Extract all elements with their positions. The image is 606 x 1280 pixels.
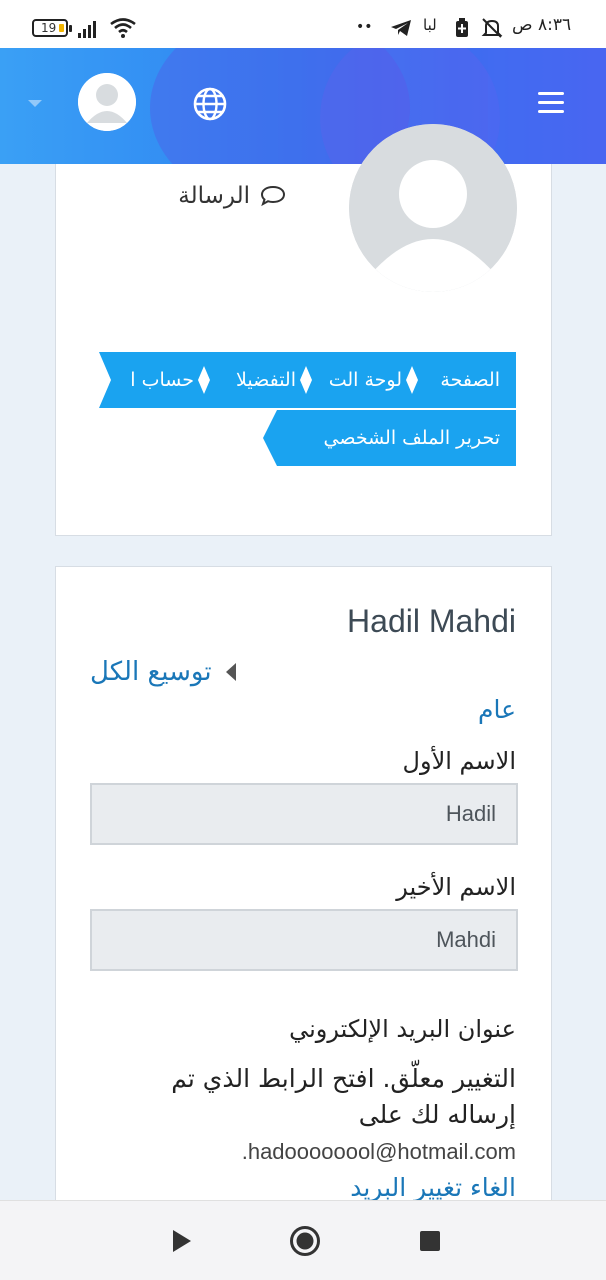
- carrier-label: لبا: [423, 16, 437, 34]
- profile-avatar: [349, 124, 517, 292]
- caret-left-icon: [225, 663, 236, 681]
- edit-profile-card: Hadil Mahdi توسيع الكل عام الاسم الأول H…: [55, 566, 552, 1216]
- wifi-icon: [110, 18, 136, 38]
- last-name-field[interactable]: Mahdi: [90, 909, 518, 971]
- home-circle-icon[interactable]: [289, 1225, 321, 1257]
- caret-down-icon[interactable]: [28, 100, 42, 107]
- battery-icon: 19: [32, 19, 72, 37]
- battery-level: 19: [41, 21, 57, 35]
- breadcrumb-account[interactable]: حساب ا: [99, 352, 210, 408]
- message-label: الرسالة: [178, 183, 250, 209]
- square-icon[interactable]: [418, 1229, 442, 1253]
- profile-name-heading: Hadil Mahdi: [347, 603, 516, 639]
- notification-dots: ••: [356, 19, 373, 35]
- signal-icon: [78, 20, 102, 38]
- message-button[interactable]: الرسالة: [178, 183, 286, 209]
- breadcrumb-page[interactable]: الصفحة: [406, 352, 516, 408]
- play-icon[interactable]: [168, 1227, 196, 1255]
- speech-bubble-icon: [260, 185, 286, 207]
- telegram-icon: [391, 20, 411, 36]
- mute-icon: [481, 18, 503, 38]
- pending-email-value: .hadoooooool@hotmail.com: [241, 1139, 516, 1164]
- profile-header-card: الرسالة الصفحة لوحة الت التفضيلا حساب ا …: [55, 124, 552, 536]
- status-bar: 19 •• لبا ٨:٣٦ ص: [0, 0, 606, 48]
- email-label: عنوان البريد الإلكتروني: [289, 1015, 516, 1043]
- top-navbar: [0, 48, 606, 164]
- breadcrumb-edit-profile[interactable]: تحرير الملف الشخصي: [263, 410, 516, 466]
- user-silhouette-icon: [78, 73, 136, 131]
- breadcrumb-preferences[interactable]: التفضيلا: [198, 352, 312, 408]
- cancel-email-change-link[interactable]: الغاء تغيير البريد: [350, 1173, 516, 1202]
- globe-icon[interactable]: [193, 87, 227, 121]
- expand-all-link[interactable]: توسيع الكل: [90, 657, 236, 687]
- email-pending-message: التغيير معلّق. افتح الرابط الذي تم إرسال…: [171, 1064, 516, 1129]
- expand-all-label[interactable]: توسيع الكل: [90, 657, 212, 687]
- last-name-label: الاسم الأخير: [396, 873, 516, 901]
- first-name-label: الاسم الأول: [402, 747, 516, 775]
- clock: ٨:٣٦ ص: [512, 15, 572, 35]
- system-nav-bar: [0, 1200, 606, 1280]
- battery-saver-icon: [456, 18, 468, 37]
- hamburger-icon[interactable]: [538, 92, 564, 114]
- breadcrumb-dashboard[interactable]: لوحة الت: [300, 352, 418, 408]
- user-avatar[interactable]: [78, 73, 136, 131]
- section-general-heading[interactable]: عام: [478, 695, 516, 724]
- first-name-field[interactable]: Hadil: [90, 783, 518, 845]
- user-silhouette-icon: [349, 124, 517, 292]
